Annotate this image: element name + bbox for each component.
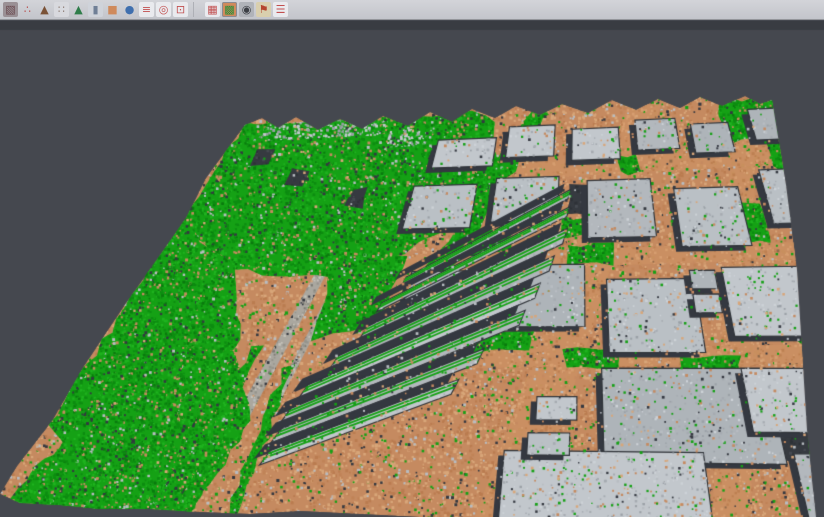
- zoom-extent-icon[interactable]: ⊡: [173, 2, 188, 17]
- ortho-image-icon[interactable]: ■: [105, 2, 120, 17]
- toolbar-separator: [193, 2, 201, 17]
- point-symbols-icon[interactable]: ∴: [20, 2, 35, 17]
- measure-flag-icon[interactable]: ⚑: [256, 2, 271, 17]
- screenshot-camera-icon[interactable]: ◉: [239, 2, 254, 17]
- attribute-table-icon[interactable]: ≡: [139, 2, 154, 17]
- lidar-viewer-window: ▧∴▲∷▲▮■●≡◎⊡▦▩◉⚑☰: [0, 0, 824, 517]
- sparse-points-icon[interactable]: ∷: [54, 2, 69, 17]
- globe-3d-icon[interactable]: ●: [122, 2, 137, 17]
- classification-view-icon[interactable]: ▩: [222, 2, 237, 17]
- dem-hillshade-icon[interactable]: ▲: [37, 2, 52, 17]
- legend-bars-icon[interactable]: ☰: [273, 2, 288, 17]
- profile-view-icon[interactable]: ▮: [88, 2, 103, 17]
- tile-grid-icon[interactable]: ▦: [205, 2, 220, 17]
- tin-surface-icon[interactable]: ▲: [71, 2, 86, 17]
- point-cloud-canvas[interactable]: [0, 21, 824, 517]
- toolbar: ▧∴▲∷▲▮■●≡◎⊡▦▩◉⚑☰: [0, 0, 824, 20]
- open-data-icon[interactable]: ▧: [3, 2, 18, 17]
- viewport-3d: [0, 21, 824, 517]
- target-settings-icon[interactable]: ◎: [156, 2, 171, 17]
